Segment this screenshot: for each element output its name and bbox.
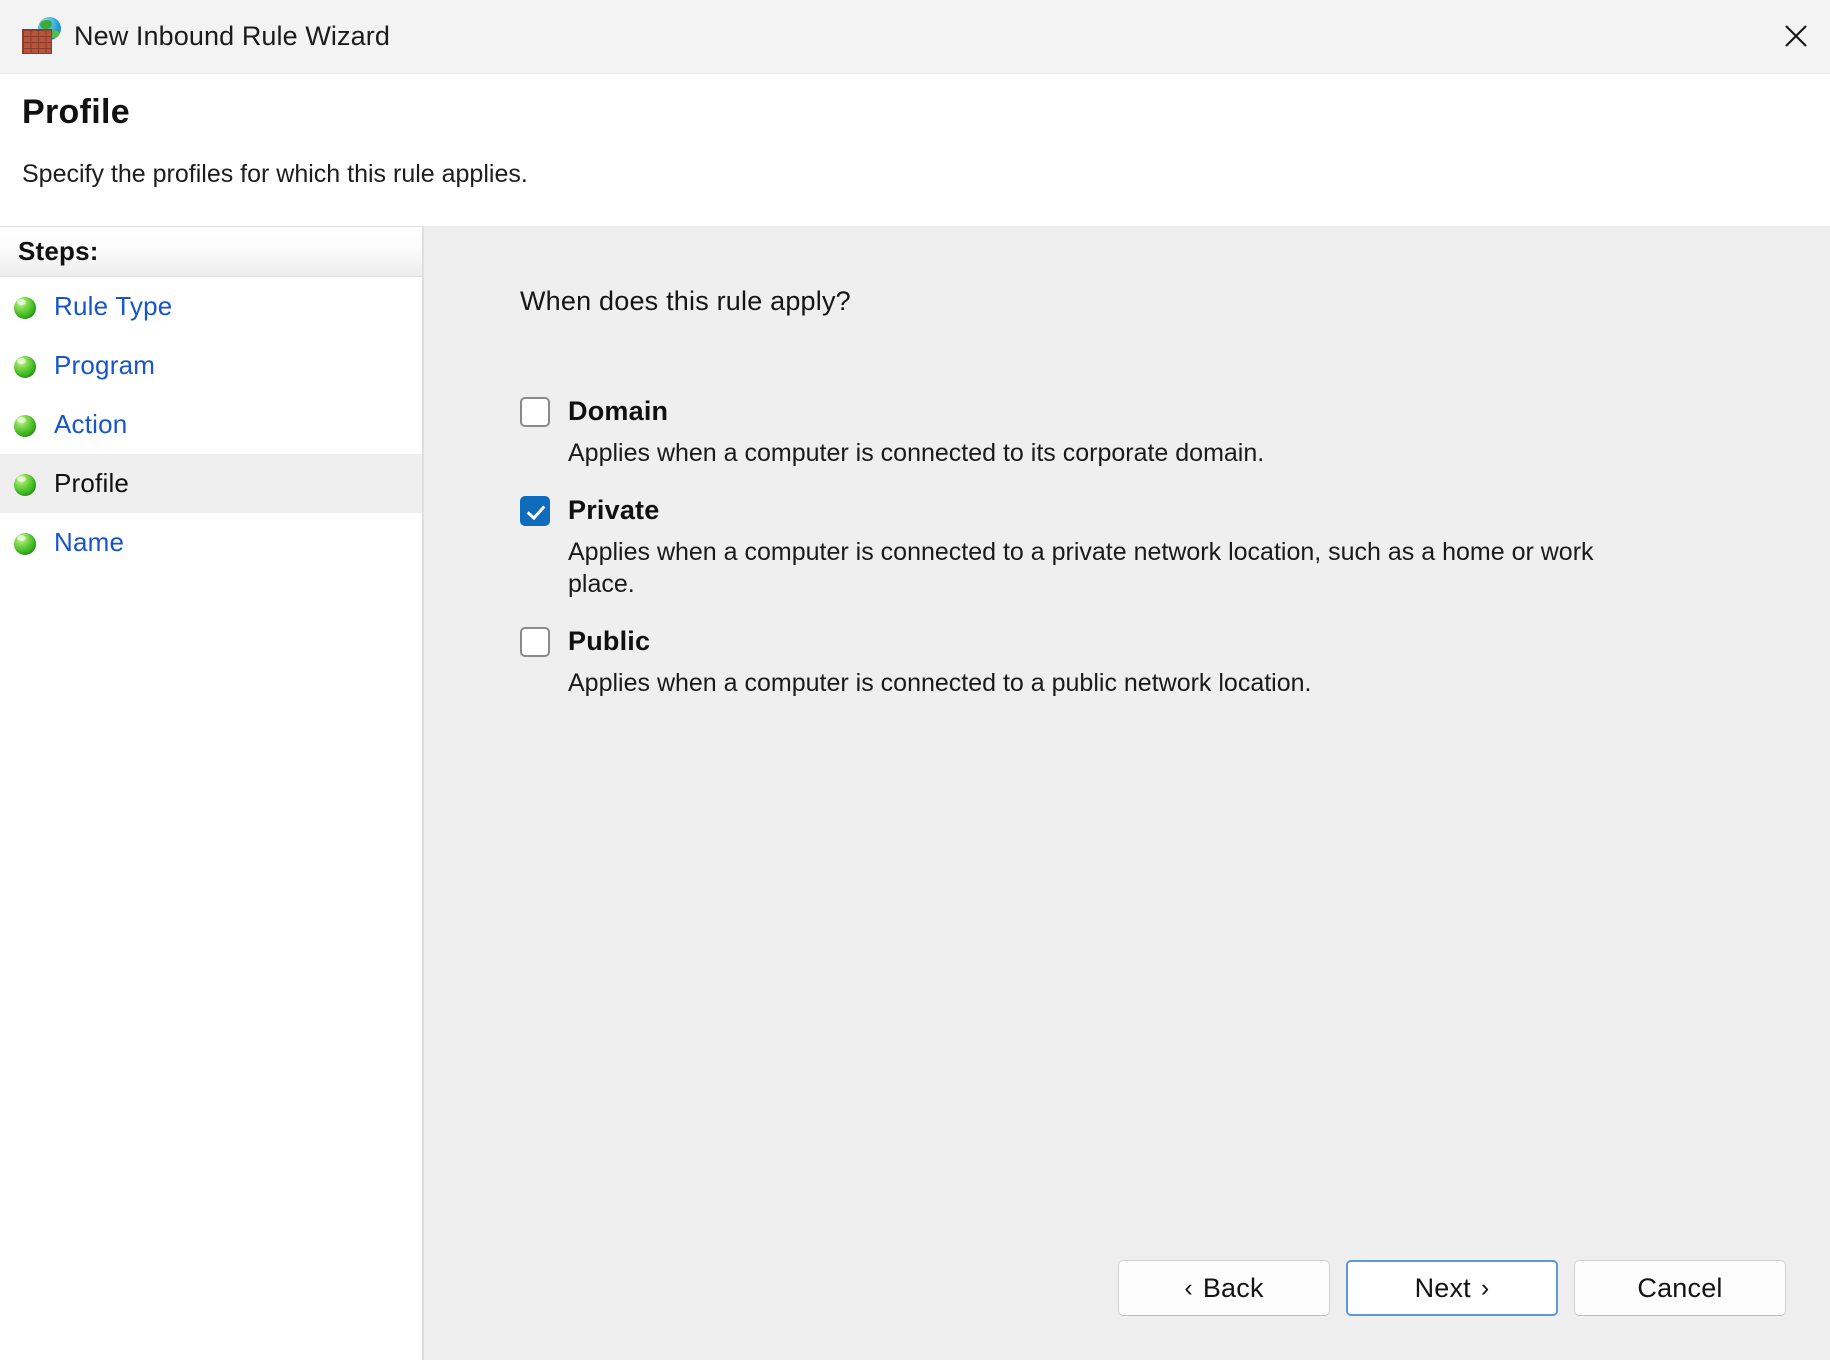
sidebar-item-label: Program xyxy=(54,350,156,380)
domain-checkbox[interactable] xyxy=(520,396,550,427)
close-button[interactable] xyxy=(1762,0,1830,72)
sidebar-item-label: Action xyxy=(54,409,128,439)
content-panel: When does this rule apply? Domain Applie… xyxy=(424,226,1830,1360)
option-description: Applies when a computer is connected to … xyxy=(568,538,1594,598)
close-icon xyxy=(1785,25,1807,47)
sidebar-item-program[interactable]: Program xyxy=(0,336,422,395)
profile-options: Domain Applies when a computer is connec… xyxy=(520,396,1780,725)
brick-wall-icon xyxy=(22,28,52,54)
private-checkbox[interactable] xyxy=(520,495,550,526)
sidebar-item-rule-type[interactable]: Rule Type xyxy=(0,277,422,336)
option-label: Public xyxy=(568,626,651,656)
wizard-footer: ‹ Back Next › Cancel xyxy=(1118,1260,1786,1316)
page-header: Profile Specify the profiles for which t… xyxy=(0,74,1830,226)
title-bar: New Inbound Rule Wizard xyxy=(0,0,1830,74)
sidebar-item-label: Rule Type xyxy=(54,291,173,321)
option-public-row[interactable]: Public xyxy=(520,626,1780,657)
back-button-label: Back xyxy=(1202,1272,1264,1303)
page-subtitle: Specify the profiles for which this rule… xyxy=(22,159,528,188)
page-title: Profile xyxy=(22,93,130,131)
next-button-label: Next xyxy=(1414,1272,1471,1303)
next-button[interactable]: Next › xyxy=(1346,1260,1558,1316)
chevron-left-icon: ‹ xyxy=(1184,1273,1193,1302)
steps-sidebar: Steps: Rule Type Program Action Profile … xyxy=(0,226,424,1360)
chevron-right-icon: › xyxy=(1480,1273,1490,1302)
sidebar-item-profile[interactable]: Profile xyxy=(0,454,422,513)
green-bullet-icon xyxy=(14,296,36,319)
cancel-button-label: Cancel xyxy=(1637,1272,1723,1303)
option-private: Private Applies when a computer is conne… xyxy=(520,495,1780,600)
option-domain: Domain Applies when a computer is connec… xyxy=(520,396,1780,469)
sidebar-item-label: Name xyxy=(54,527,125,557)
window-title: New Inbound Rule Wizard xyxy=(74,21,390,51)
steps-header: Steps: xyxy=(0,226,422,277)
back-button[interactable]: ‹ Back xyxy=(1118,1260,1330,1316)
green-bullet-icon xyxy=(14,355,36,378)
option-label: Domain xyxy=(568,396,669,426)
question-label: When does this rule apply? xyxy=(520,286,851,316)
sidebar-item-action[interactable]: Action xyxy=(0,395,422,454)
option-private-row[interactable]: Private xyxy=(520,495,1780,526)
option-label: Private xyxy=(568,495,660,525)
green-bullet-icon xyxy=(14,414,36,437)
option-description: Applies when a computer is connected to … xyxy=(568,439,1265,467)
sidebar-item-label: Profile xyxy=(54,468,130,498)
sidebar-item-name[interactable]: Name xyxy=(0,513,422,572)
green-bullet-icon xyxy=(14,473,36,496)
body-area: Steps: Rule Type Program Action Profile … xyxy=(0,226,1830,1360)
public-checkbox[interactable] xyxy=(520,626,550,657)
green-bullet-icon xyxy=(14,532,36,555)
option-public: Public Applies when a computer is connec… xyxy=(520,626,1780,699)
cancel-button[interactable]: Cancel xyxy=(1574,1260,1786,1316)
title-bar-left: New Inbound Rule Wizard xyxy=(0,16,390,57)
option-description: Applies when a computer is connected to … xyxy=(568,669,1312,697)
firewall-icon xyxy=(22,16,62,57)
option-domain-row[interactable]: Domain xyxy=(520,396,1780,427)
